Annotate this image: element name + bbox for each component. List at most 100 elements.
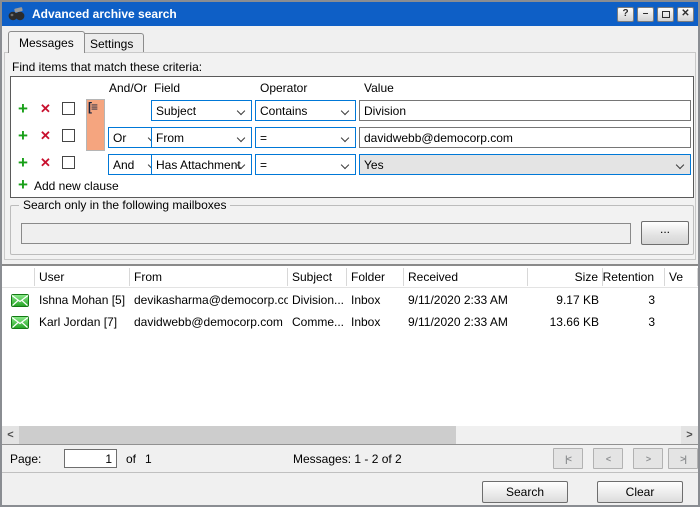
envelope-icon bbox=[11, 316, 29, 329]
column-header-size[interactable]: Size bbox=[528, 268, 603, 286]
binoculars-icon bbox=[8, 7, 25, 21]
column-header-folder[interactable]: Folder bbox=[347, 268, 404, 286]
chevron-down-icon bbox=[341, 135, 349, 143]
column-header-received[interactable]: Received bbox=[404, 268, 528, 286]
group-bracket-icon[interactable]: [≡ bbox=[88, 100, 97, 114]
column-header-user[interactable]: User bbox=[35, 268, 130, 286]
column-header-version[interactable]: Ve bbox=[665, 268, 698, 286]
add-clause-icon[interactable]: + bbox=[18, 126, 28, 146]
window-title: Advanced archive search bbox=[32, 7, 617, 21]
browse-mailboxes-button[interactable]: ... bbox=[641, 221, 689, 245]
column-header-subject[interactable]: Subject bbox=[288, 268, 347, 286]
subject-cell: Comme... bbox=[288, 315, 347, 329]
user-cell: Karl Jordan [7] bbox=[35, 315, 130, 329]
field-select-1[interactable]: Subject bbox=[151, 100, 252, 121]
total-pages-label: 1 bbox=[145, 452, 152, 466]
column-header-icon[interactable] bbox=[2, 268, 35, 286]
previous-page-button[interactable]: < bbox=[593, 448, 623, 469]
clause-checkbox-2[interactable] bbox=[62, 129, 75, 142]
messages-count-label: Messages: 1 - 2 of 2 bbox=[293, 452, 402, 466]
add-new-clause-link[interactable]: + Add new clause bbox=[11, 177, 693, 197]
clause-checkbox-1[interactable] bbox=[62, 102, 75, 115]
last-page-icon: >| bbox=[680, 454, 686, 464]
clear-button[interactable]: Clear bbox=[597, 481, 683, 503]
titlebar: Advanced archive search ? – ✕ bbox=[2, 2, 698, 26]
column-header-value: Value bbox=[364, 81, 394, 95]
from-cell: davidwebb@democorp.com bbox=[130, 315, 288, 329]
scrollbar-thumb[interactable] bbox=[19, 426, 456, 444]
andor-select-2-value: Or bbox=[113, 131, 126, 145]
table-row[interactable]: Karl Jordan [7] davidwebb@democorp.com C… bbox=[2, 312, 698, 332]
page-label: Page: bbox=[10, 452, 41, 466]
value-input-2[interactable] bbox=[359, 127, 691, 148]
envelope-icon bbox=[11, 294, 29, 307]
maximize-icon bbox=[662, 11, 670, 18]
horizontal-scrollbar[interactable]: < > bbox=[2, 426, 698, 444]
field-select-2-value: From bbox=[156, 131, 184, 145]
column-header-andor: And/Or bbox=[109, 81, 147, 95]
retention-cell: 3 bbox=[603, 293, 665, 307]
minimize-button[interactable]: – bbox=[637, 7, 654, 22]
scroll-left-icon: < bbox=[7, 429, 13, 441]
mailbox-path-input[interactable] bbox=[21, 223, 631, 244]
ellipsis-icon: ... bbox=[660, 222, 670, 236]
retention-cell: 3 bbox=[603, 315, 665, 329]
delete-clause-icon[interactable]: ✕ bbox=[40, 128, 51, 144]
tab-settings[interactable]: Settings bbox=[79, 33, 144, 53]
search-button[interactable]: Search bbox=[482, 481, 568, 503]
first-page-button[interactable]: |< bbox=[553, 448, 583, 469]
field-select-2[interactable]: From bbox=[151, 127, 252, 148]
folder-cell: Inbox bbox=[347, 315, 404, 329]
page-number-input[interactable] bbox=[64, 449, 117, 468]
column-header-retention[interactable]: Retention bbox=[603, 268, 665, 286]
add-clause-icon[interactable]: + bbox=[18, 153, 28, 173]
tab-settings-label: Settings bbox=[90, 37, 133, 51]
message-icon-cell bbox=[2, 294, 35, 307]
column-header-operator: Operator bbox=[260, 81, 307, 95]
tab-messages[interactable]: Messages bbox=[8, 31, 85, 53]
size-cell: 13.66 KB bbox=[528, 315, 603, 329]
delete-clause-icon[interactable]: ✕ bbox=[40, 155, 51, 171]
scroll-right-button[interactable]: > bbox=[681, 426, 698, 444]
criteria-row-3: + ✕ And Has Attachment = Yes bbox=[11, 152, 693, 178]
clause-checkbox-3[interactable] bbox=[62, 156, 75, 169]
chevron-down-icon bbox=[237, 162, 245, 170]
previous-page-icon: < bbox=[606, 454, 610, 464]
mailbox-group: Search only in the following mailboxes .… bbox=[10, 205, 694, 255]
operator-select-1[interactable]: Contains bbox=[255, 100, 356, 121]
add-icon: + bbox=[18, 175, 28, 195]
help-icon: ? bbox=[622, 9, 628, 19]
pagination-bar: Page: of 1 Messages: 1 - 2 of 2 |< < > >… bbox=[2, 444, 698, 472]
field-select-3[interactable]: Has Attachment bbox=[151, 154, 252, 175]
page-of-label: of bbox=[126, 452, 136, 466]
folder-cell: Inbox bbox=[347, 293, 404, 307]
add-clause-icon[interactable]: + bbox=[18, 99, 28, 119]
criteria-heading: Find items that match these criteria: bbox=[12, 60, 202, 74]
next-page-button[interactable]: > bbox=[633, 448, 663, 469]
scroll-left-button[interactable]: < bbox=[2, 426, 19, 444]
value-select-3[interactable]: Yes bbox=[359, 154, 691, 175]
first-page-icon: |< bbox=[565, 454, 571, 464]
advanced-archive-search-window: Advanced archive search ? – ✕ Messages S… bbox=[0, 0, 700, 507]
value-input-1[interactable] bbox=[359, 100, 691, 121]
table-row[interactable]: Ishna Mohan [5] devikasharma@democorp.co… bbox=[2, 290, 698, 310]
column-header-field: Field bbox=[154, 81, 180, 95]
received-cell: 9/11/2020 2:33 AM bbox=[404, 293, 528, 307]
chevron-down-icon bbox=[341, 108, 349, 116]
help-button[interactable]: ? bbox=[617, 7, 634, 22]
maximize-button[interactable] bbox=[657, 7, 674, 22]
received-cell: 9/11/2020 2:33 AM bbox=[404, 315, 528, 329]
field-select-1-value: Subject bbox=[156, 104, 196, 118]
operator-select-2[interactable]: = bbox=[255, 127, 356, 148]
delete-clause-icon[interactable]: ✕ bbox=[40, 101, 51, 117]
user-cell: Ishna Mohan [5] bbox=[35, 293, 130, 307]
last-page-button[interactable]: >| bbox=[668, 448, 698, 469]
close-button[interactable]: ✕ bbox=[677, 7, 694, 22]
field-select-3-value: Has Attachment bbox=[156, 158, 241, 172]
column-header-from[interactable]: From bbox=[130, 268, 288, 286]
operator-select-3[interactable]: = bbox=[255, 154, 356, 175]
operator-select-2-value: = bbox=[260, 131, 267, 145]
operator-select-3-value: = bbox=[260, 158, 267, 172]
scrollbar-track[interactable] bbox=[456, 426, 681, 444]
close-icon: ✕ bbox=[681, 9, 689, 19]
